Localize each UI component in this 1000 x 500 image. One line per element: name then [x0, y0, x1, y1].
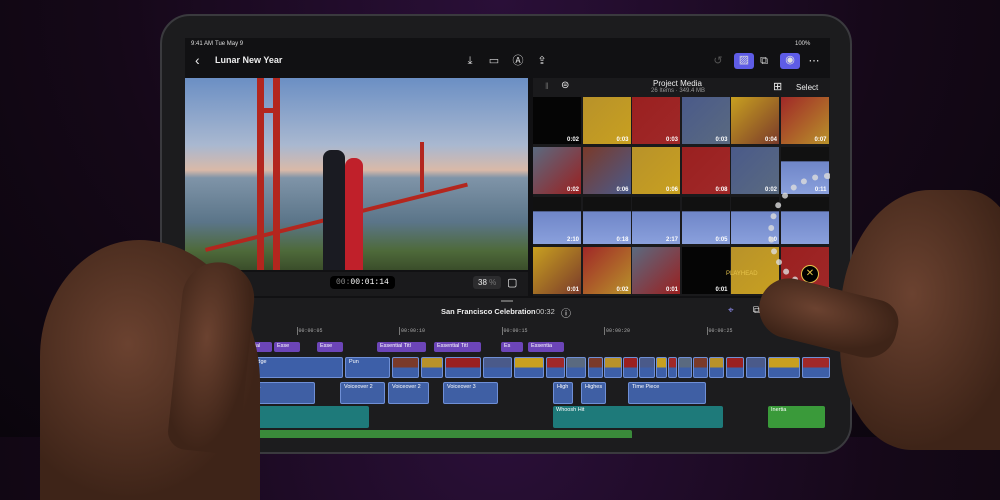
video-clip[interactable] — [678, 357, 692, 378]
title-clip[interactable]: Essentia — [528, 342, 564, 352]
video-clip[interactable] — [656, 357, 667, 378]
audio-clip[interactable]: Whoosh Hit — [553, 406, 723, 428]
audio-clip[interactable]: Inertia — [768, 406, 825, 428]
final-cut-pro-screen: 9:41 AM Tue May 9 100% ‹ Lunar New Year … — [185, 38, 830, 438]
video-clip[interactable] — [514, 357, 544, 378]
video-clip[interactable] — [746, 357, 766, 378]
voiceover-clip[interactable]: Time Piece — [628, 382, 706, 404]
ruler-label: 00:00:20 — [606, 328, 631, 334]
title-clip[interactable]: Essential Titl — [377, 342, 426, 352]
voiceover-clip[interactable]: High — [553, 382, 573, 404]
video-clip[interactable] — [588, 357, 603, 378]
ruler-label: 00:00:05 — [298, 328, 323, 334]
title-clip[interactable]: Esse — [317, 342, 343, 352]
ruler-tick — [399, 327, 400, 335]
video-clip[interactable] — [421, 357, 443, 378]
ruler-tick — [296, 327, 298, 335]
voiceover-clip[interactable]: Highes — [581, 382, 606, 404]
video-clip[interactable] — [604, 357, 622, 378]
video-clip[interactable] — [709, 357, 724, 378]
voiceover-clip[interactable]: Voiceover 2 — [388, 382, 429, 404]
video-clip[interactable] — [546, 357, 565, 378]
title-clip[interactable]: Essential Titl — [434, 342, 481, 352]
title-clip[interactable]: Es — [501, 342, 523, 352]
ruler-label: 00:00:25 — [708, 328, 733, 334]
video-clip[interactable]: Pun — [345, 357, 390, 378]
video-clip[interactable] — [726, 357, 744, 378]
video-clip[interactable] — [768, 357, 800, 378]
video-clip[interactable] — [668, 357, 677, 378]
video-clip[interactable] — [693, 357, 708, 378]
video-clip[interactable] — [483, 357, 512, 378]
video-clip[interactable] — [802, 357, 830, 378]
ruler-label: 00:00:15 — [503, 328, 528, 334]
video-clip[interactable] — [392, 357, 419, 378]
timeline-tracks: 00:00:05 00:00:10 00:00:15 00:00:20 00:00:25… — [185, 38, 830, 438]
ruler-label: 00:00:10 — [401, 328, 426, 334]
ruler-tick — [501, 327, 503, 335]
ruler-tick — [706, 327, 708, 335]
video-clip[interactable] — [566, 357, 586, 378]
voiceover-clip[interactable]: Voiceover 2 — [340, 382, 385, 404]
video-clip[interactable] — [639, 357, 655, 378]
title-clip[interactable]: Esse — [274, 342, 300, 352]
voiceover-clip[interactable]: Voiceover 3 — [443, 382, 498, 404]
video-clip[interactable] — [445, 357, 481, 378]
video-clip[interactable] — [623, 357, 638, 378]
ruler-tick — [604, 327, 605, 335]
